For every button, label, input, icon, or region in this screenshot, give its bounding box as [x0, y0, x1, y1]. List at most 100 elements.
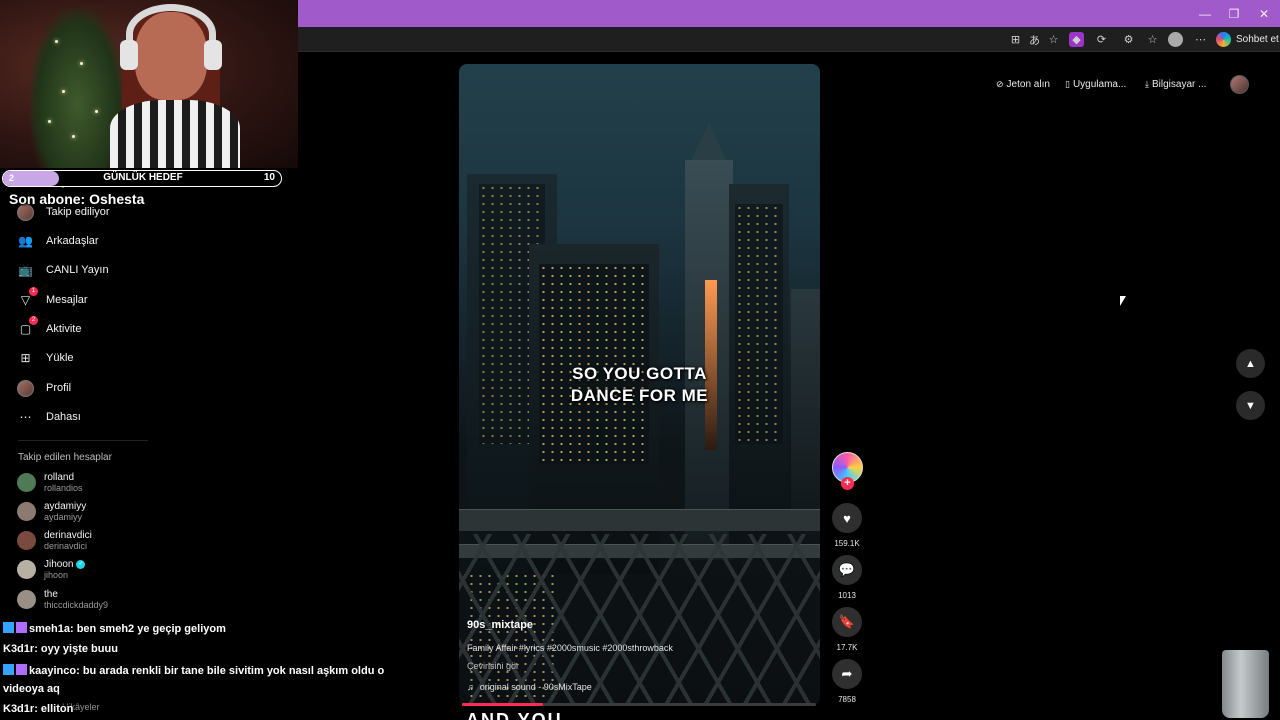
message-badge: 1 — [29, 286, 38, 296]
user-avatar[interactable] — [1230, 75, 1249, 94]
chevron-down-icon: ▼ — [1245, 399, 1256, 412]
get-coins-button[interactable]: ⊘ Jeton alın — [996, 75, 1050, 94]
sidebar-item-messages[interactable]: ▽ 1 Mesajlar — [17, 286, 88, 310]
last-subscriber: Son abone: Oshesta — [9, 191, 145, 207]
bookmark-icon: 🔖 — [838, 614, 856, 629]
following-account[interactable]: derinavdici derinavdici — [17, 527, 92, 553]
profile-icon[interactable] — [1168, 32, 1183, 47]
tree-light — [95, 110, 98, 113]
following-account[interactable]: the thiccdickdaddy9 — [17, 586, 108, 612]
sidebar-item-label: Takip ediliyor — [46, 206, 110, 218]
more-icon[interactable]: ⋯ — [1193, 32, 1208, 47]
split-screen-icon[interactable]: ⊞ — [1008, 32, 1023, 47]
tree-light — [80, 62, 83, 65]
mouse-cursor-icon — [1120, 296, 1126, 306]
get-app-label: Uygulama... — [1072, 79, 1127, 90]
video-sound[interactable]: ♫ original sound - 90sMixTape — [467, 682, 592, 692]
goal-target: 10 — [263, 172, 275, 183]
window-close-icon[interactable]: ✕ — [1249, 0, 1279, 27]
friends-icon: 👥 — [18, 234, 33, 248]
following-account[interactable]: aydamiyy aydamiyy — [17, 498, 86, 524]
account-handle: jihoon — [44, 569, 69, 580]
more-dots-icon: ⋯ — [19, 410, 32, 424]
account-avatar — [17, 530, 36, 550]
lyric-line: DANCE FOR ME — [570, 386, 709, 405]
following-account[interactable]: Jihoon ✓ jihoon — [17, 556, 86, 582]
save-count: 17.7K — [836, 643, 858, 652]
chevron-up-icon: ▲ — [1245, 357, 1256, 370]
account-name: the — [44, 588, 58, 600]
comment-button[interactable]: 💬 — [832, 555, 862, 585]
window-restore-icon[interactable]: ❐ — [1219, 0, 1249, 27]
sidebar-item-more[interactable]: ⋯ Dahası — [17, 407, 81, 427]
chat-message: smeh1a: ben smeh2 ye geçip geliyom — [3, 620, 226, 638]
settings-icon[interactable]: ⚙ — [1121, 32, 1136, 47]
chat-message: kaayinco: bu arada renkli bir tane bile … — [3, 662, 413, 698]
account-handle: derinavdici — [44, 540, 88, 551]
account-name-row: Jihoon ✓ — [44, 558, 86, 570]
refresh-icon[interactable]: ⟳ — [1094, 32, 1109, 47]
collections-icon[interactable]: ☆ — [1145, 32, 1160, 47]
copilot-button[interactable]: Sohbet et — [1216, 30, 1279, 49]
sidebar-divider — [18, 440, 148, 441]
save-button[interactable]: 🔖 — [832, 607, 862, 637]
account-name: Jihoon — [44, 558, 74, 570]
chat-message: K3d1r: elliton — [3, 700, 73, 718]
sound-title: original sound - 90sMixTape — [479, 682, 592, 692]
chat-badge-icon — [3, 664, 14, 675]
account-avatar — [17, 559, 36, 579]
follow-plus-button[interactable]: + — [841, 477, 854, 490]
account-name: derinavdici — [44, 529, 92, 541]
activity-icon: ▢ 2 — [17, 315, 38, 338]
chat-username: K3d1r — [3, 703, 35, 715]
sidebar-item-label: Aktivite — [46, 323, 82, 335]
chat-message: K3d1r: oyy yişte buuu — [3, 640, 118, 658]
get-coins-label: Jeton alın — [1006, 79, 1050, 90]
video-player[interactable]: SO YOU GOTTA DANCE FOR ME 90s_mixtape Fa… — [459, 64, 820, 706]
desktop-app-label: Bilgisayar ... — [1151, 79, 1207, 90]
following-account[interactable]: rolland rollandios — [17, 469, 83, 495]
music-note-icon: ♫ — [467, 682, 474, 692]
share-button[interactable]: ➦ — [832, 659, 862, 689]
extension-icon[interactable]: ◆ — [1069, 32, 1084, 47]
account-avatar — [17, 501, 36, 521]
building-windows — [735, 204, 783, 444]
skyscraper-spire — [691, 122, 727, 162]
desktop-app-button[interactable]: ⤓ Bilgisayar ... — [1145, 75, 1206, 94]
chat-badge-icon — [3, 622, 14, 633]
sidebar-item-label: Profil — [46, 382, 72, 394]
like-count: 159.1K — [834, 539, 860, 548]
share-count: 7858 — [838, 695, 856, 704]
chat-username: kaayinco — [29, 665, 77, 677]
webcam-overlay — [0, 0, 298, 168]
see-translation-link[interactable]: Çevirisini gör — [467, 661, 519, 671]
chat-username: K3d1r — [3, 643, 35, 655]
sidebar-item-label: Mesajlar — [46, 294, 88, 306]
video-progress-bar[interactable] — [462, 703, 816, 706]
favorite-star-icon[interactable]: ☆ — [1046, 32, 1061, 47]
translate-icon[interactable]: あ — [1027, 32, 1042, 47]
next-video-button[interactable]: ▼ — [1236, 391, 1265, 420]
sidebar-item-profile[interactable]: Profil — [17, 378, 71, 398]
coin-icon: ⊘ — [996, 79, 1004, 89]
video-progress-fill — [462, 703, 544, 706]
activity-badge: 2 — [29, 315, 38, 325]
sidebar-item-upload[interactable]: ⊞ Yükle — [17, 348, 73, 368]
streamer-sweater — [110, 100, 240, 168]
headphones — [126, 4, 216, 64]
live-icon: 📺 — [18, 263, 33, 277]
chat-text: : elliton — [34, 703, 74, 715]
video-description[interactable]: Family Affair #lyrics #2000smusic #2000s… — [467, 643, 673, 653]
get-app-button[interactable]: ▯ Uygulama... — [1065, 75, 1126, 94]
video-username[interactable]: 90s_mixtape — [467, 619, 533, 631]
tree-light — [55, 40, 58, 43]
window-minimize-icon[interactable]: — — [1190, 0, 1220, 27]
sidebar-item-live[interactable]: 📺 CANLI Yayın — [17, 260, 109, 280]
sidebar-item-activity[interactable]: ▢ 2 Aktivite — [17, 315, 82, 339]
copilot-label: Sohbet et — [1236, 34, 1279, 45]
like-button[interactable]: ♥ — [832, 503, 862, 533]
sidebar-item-label: Dahası — [46, 411, 81, 423]
previous-video-button[interactable]: ▲ — [1236, 349, 1265, 378]
sidebar-item-friends[interactable]: 👥 Arkadaşlar — [17, 231, 99, 251]
daily-goal-bar: 2 GÜNLÜK HEDEF 10 — [2, 170, 282, 187]
